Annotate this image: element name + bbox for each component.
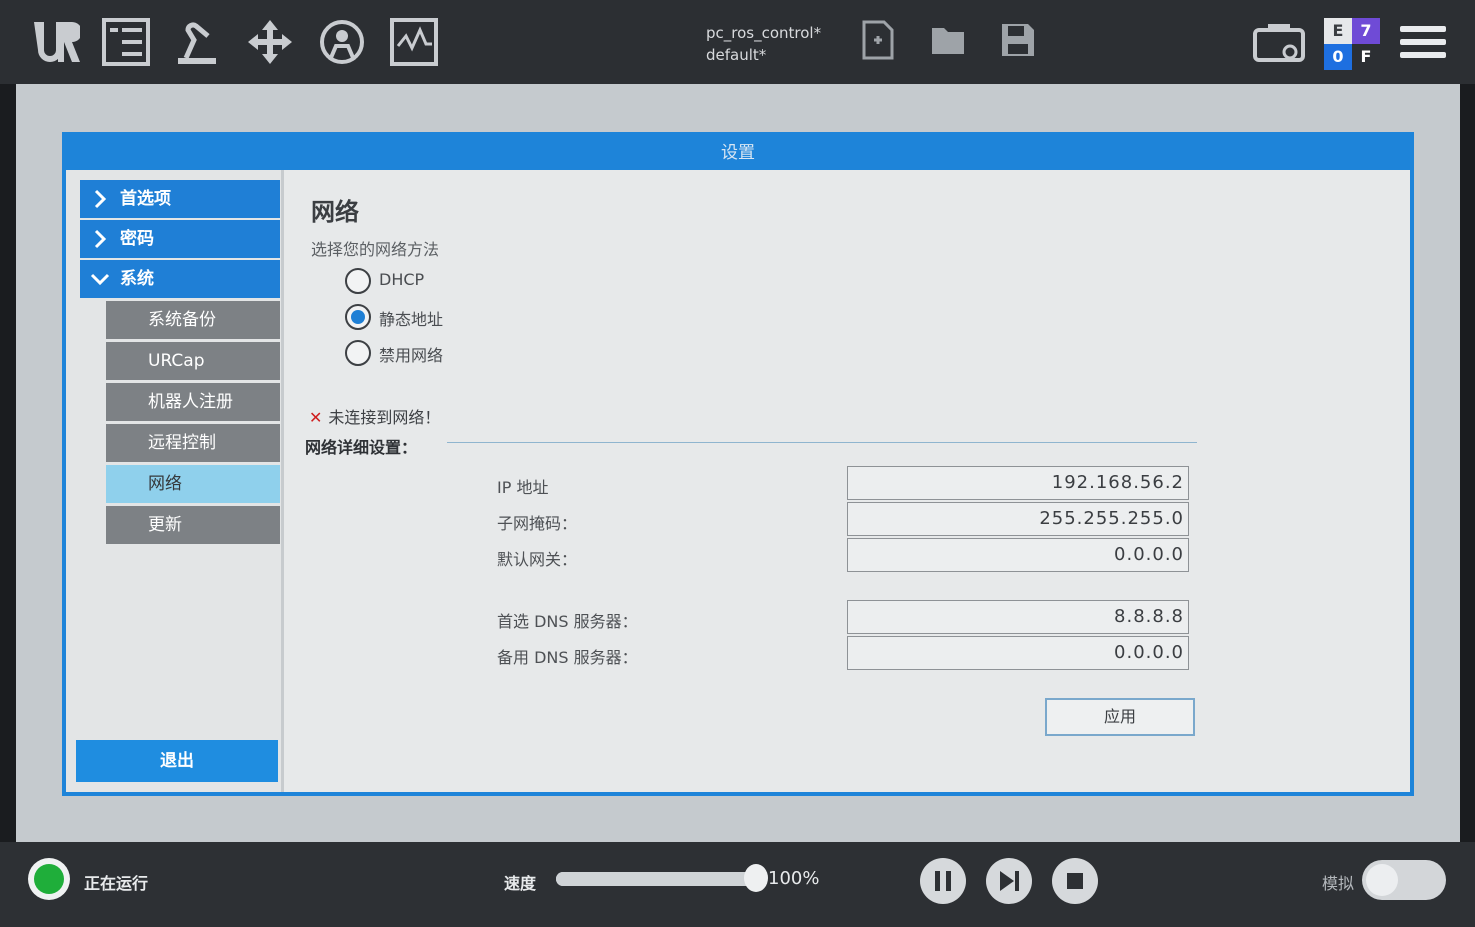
badge-0: 0 (1324, 44, 1352, 70)
new-file-icon[interactable] (860, 20, 896, 60)
network-panel: 网络 选择您的网络方法 DHCP 静态地址 禁用网络 ✕ 未连接到网络！ 网络详… (287, 170, 1410, 792)
simulation-toggle[interactable] (1362, 860, 1446, 900)
details-heading: 网络详细设置： (305, 438, 418, 457)
dialog-body: 首选项 密码 系统 系统备份 URCap 机器人注册 远程控制 网络 更新 退出 (66, 170, 1410, 792)
apply-button[interactable]: 应用 (1045, 698, 1195, 736)
top-toolbar: pc_ros_control* default* E 7 0 F (0, 0, 1475, 84)
program-title: pc_ros_control* default* (706, 22, 821, 66)
field-label: 首选 DNS 服务器： (497, 612, 638, 631)
divider (447, 442, 1197, 443)
settings-dialog: 设置 首选项 密码 系统 系统备份 URCap 机器人注册 远程控制 网络 更新… (62, 132, 1414, 796)
speed-label: 速度 (504, 874, 537, 893)
open-folder-icon[interactable] (930, 20, 966, 60)
hamburger-icon[interactable] (1400, 26, 1446, 64)
local-control-icon[interactable] (1252, 22, 1306, 66)
dialog-title: 设置 (721, 143, 755, 163)
step-forward-icon (1000, 871, 1019, 891)
program-icon[interactable] (100, 16, 152, 68)
radio-label: 禁用网络 (379, 346, 444, 365)
io-icon[interactable] (316, 16, 368, 68)
sidebar-item-preferences[interactable]: 首选项 (80, 180, 280, 218)
sidebar-item-robot-registration[interactable]: 机器人注册 (106, 383, 280, 421)
radio-label: 静态地址 (379, 310, 444, 329)
page-title: 网络 (311, 198, 359, 226)
sidebar-item-system-backup[interactable]: 系统备份 (106, 301, 280, 339)
sidebar-item-label: 网络 (148, 474, 182, 494)
speed-slider-handle[interactable] (744, 864, 768, 892)
default-gateway-field[interactable]: 0.0.0.0 (847, 538, 1189, 572)
subnet-mask-row: 子网掩码： 255.255.255.0 (497, 502, 1197, 538)
ur-logo-icon[interactable] (28, 16, 82, 68)
radio-button[interactable] (345, 304, 371, 330)
ip-address-row: IP 地址 192.168.56.2 (497, 466, 1197, 502)
sidebar-item-system[interactable]: 系统 (80, 260, 280, 298)
preferred-dns-field[interactable]: 8.8.8.8 (847, 600, 1189, 634)
step-button[interactable] (986, 858, 1032, 904)
simulation-label: 模拟 (1322, 874, 1355, 893)
sidebar-item-label: 首选项 (120, 189, 171, 209)
field-label: 备用 DNS 服务器： (497, 648, 638, 667)
radio-button[interactable] (345, 268, 371, 294)
badge-7: 7 (1352, 18, 1380, 44)
network-status: ✕ 未连接到网络！ (309, 404, 440, 428)
run-status-label: 正在运行 (84, 874, 149, 893)
subnet-mask-field[interactable]: 255.255.255.0 (847, 502, 1189, 536)
network-status-text: 未连接到网络！ (328, 408, 441, 427)
sidebar-item-label: 系统 (120, 269, 154, 289)
save-icon[interactable] (1000, 20, 1036, 60)
sidebar-item-label: 远程控制 (148, 433, 216, 453)
radio-button[interactable] (345, 340, 371, 366)
speed-value: 100% (768, 868, 820, 889)
program-name: pc_ros_control* (706, 24, 822, 42)
field-label: IP 地址 (497, 478, 549, 497)
sidebar-item-urcap[interactable]: URCap (106, 342, 280, 380)
ip-address-field[interactable]: 192.168.56.2 (847, 466, 1189, 500)
badge-f: F (1352, 44, 1380, 70)
installation-icon[interactable] (172, 16, 224, 68)
status-badge[interactable]: E 7 0 F (1324, 18, 1380, 70)
speed-slider[interactable] (556, 872, 756, 886)
radio-label: DHCP (379, 270, 425, 289)
chevron-right-icon (94, 189, 107, 209)
field-label: 子网掩码： (497, 514, 578, 533)
installation-name: default* (706, 46, 767, 64)
sidebar-item-label: 系统备份 (148, 310, 216, 330)
alternate-dns-field[interactable]: 0.0.0.0 (847, 636, 1189, 670)
default-gateway-row: 默认网关： 0.0.0.0 (497, 538, 1197, 574)
log-icon[interactable] (388, 16, 440, 68)
pause-button[interactable] (920, 858, 966, 904)
stop-icon (1067, 873, 1083, 889)
chevron-down-icon (90, 273, 110, 286)
sidebar-item-password[interactable]: 密码 (80, 220, 280, 258)
exit-button[interactable]: 退出 (76, 740, 278, 782)
speed-slider-fill (556, 872, 756, 886)
sidebar-item-remote-control[interactable]: 远程控制 (106, 424, 280, 462)
stop-button[interactable] (1052, 858, 1098, 904)
sidebar-item-label: 更新 (148, 515, 182, 535)
alternate-dns-row: 备用 DNS 服务器： 0.0.0.0 (497, 636, 1197, 672)
sidebar-item-label: 密码 (120, 229, 154, 249)
move-icon[interactable] (244, 16, 296, 68)
pause-icon (935, 871, 951, 891)
run-status-icon[interactable] (28, 858, 70, 900)
main-area: 设置 首选项 密码 系统 系统备份 URCap 机器人注册 远程控制 网络 更新… (16, 84, 1460, 842)
badge-e: E (1324, 18, 1352, 44)
page-subtitle: 选择您的网络方法 (311, 240, 440, 259)
preferred-dns-row: 首选 DNS 服务器： 8.8.8.8 (497, 600, 1197, 636)
bottom-bar: 正在运行 速度 100% 模拟 (0, 842, 1475, 927)
sidebar-item-label: 机器人注册 (148, 392, 233, 412)
error-x-icon: ✕ (309, 408, 323, 427)
chevron-right-icon (94, 229, 107, 249)
sidebar-item-label: URCap (148, 351, 205, 371)
field-label: 默认网关： (497, 550, 578, 569)
sidebar-item-network[interactable]: 网络 (106, 465, 280, 503)
settings-sidebar: 首选项 密码 系统 系统备份 URCap 机器人注册 远程控制 网络 更新 退出 (66, 170, 284, 792)
sidebar-item-update[interactable]: 更新 (106, 506, 280, 544)
